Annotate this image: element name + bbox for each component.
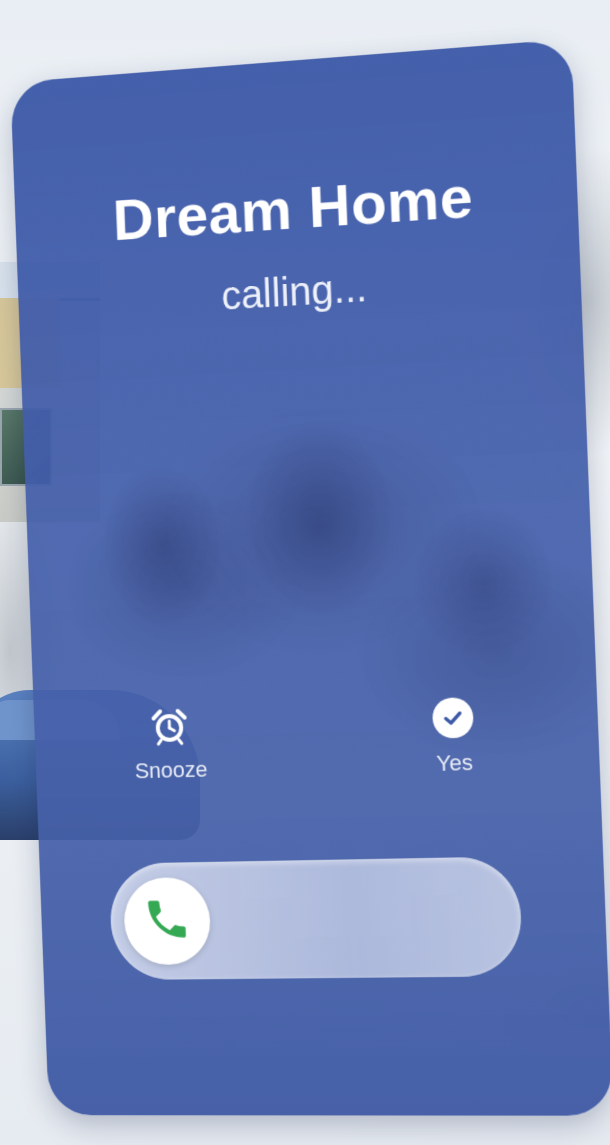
yes-label: Yes [436, 750, 473, 777]
snooze-label: Snooze [134, 757, 208, 785]
snooze-button[interactable]: Snooze [120, 703, 220, 785]
incoming-call-card: Dream Home calling... Snooze Yes [10, 39, 610, 1116]
answer-slider-handle[interactable] [123, 877, 212, 965]
call-status: calling... [18, 253, 582, 332]
alarm-clock-icon [147, 704, 191, 749]
phone-icon [142, 894, 193, 949]
check-circle-icon [430, 695, 476, 741]
answer-slider[interactable] [109, 856, 524, 980]
yes-button[interactable]: Yes [406, 694, 501, 777]
caller-name: Dream Home [14, 156, 578, 261]
